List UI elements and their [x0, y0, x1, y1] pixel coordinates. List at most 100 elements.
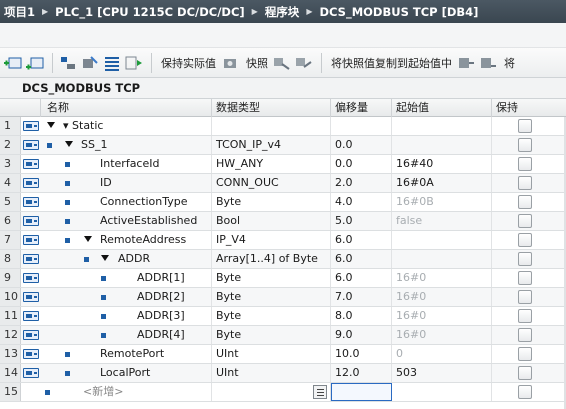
start-value-cell[interactable]: 16#0	[392, 307, 492, 325]
copy-snapshot-icon[interactable]	[272, 53, 292, 73]
name-cell[interactable]: ADDR[3]	[41, 307, 212, 325]
retain-cell[interactable]	[492, 155, 566, 173]
name-cell[interactable]: InterfaceId	[41, 155, 212, 173]
datatype-picker-button[interactable]	[313, 385, 327, 399]
datatype-cell[interactable]: Bool	[212, 212, 331, 230]
monitor-icon[interactable]	[124, 53, 144, 73]
start-value-cell[interactable]	[392, 136, 492, 154]
name-cell[interactable]: ADDR[1]	[41, 269, 212, 287]
retain-checkbox[interactable]	[518, 385, 532, 399]
copy-snapshot-alt-icon[interactable]	[294, 53, 314, 73]
retain-checkbox[interactable]	[518, 214, 532, 228]
datatype-cell[interactable]: CONN_OUC	[212, 174, 331, 192]
start-value-cell[interactable]	[392, 383, 492, 401]
retain-checkbox[interactable]	[518, 195, 532, 209]
table-row-add-new[interactable]: 15 <新增>	[0, 383, 566, 402]
start-value-cell[interactable]: 16#0A	[392, 174, 492, 192]
start-value-cell[interactable]: 16#0	[392, 288, 492, 306]
column-header-offset[interactable]: 偏移量	[331, 99, 392, 117]
breadcrumb-project[interactable]: 项目1	[4, 4, 35, 20]
table-row[interactable]: 11 ADDR[3] Byte 8.0 16#0	[0, 307, 566, 326]
retain-cell[interactable]	[492, 307, 566, 325]
add-row-icon[interactable]	[25, 53, 45, 73]
name-cell[interactable]: ActiveEstablished	[41, 212, 212, 230]
table-row[interactable]: 3 InterfaceId HW_ANY 0.0 16#40	[0, 155, 566, 174]
name-cell[interactable]: LocalPort	[41, 364, 212, 382]
column-header-retain[interactable]: 保持	[492, 99, 566, 117]
retain-cell[interactable]	[492, 250, 566, 268]
start-value-cell[interactable]: 503	[392, 364, 492, 382]
datatype-cell[interactable]: Byte	[212, 326, 331, 344]
datatype-cell[interactable]: Byte	[212, 288, 331, 306]
start-value-cell[interactable]: 16#0B	[392, 193, 492, 211]
start-value-cell[interactable]	[392, 117, 492, 135]
load-start-values-alt-icon[interactable]	[478, 53, 498, 73]
retain-checkbox[interactable]	[518, 366, 532, 380]
add-new-placeholder[interactable]: <新增>	[83, 383, 123, 401]
retain-cell[interactable]	[492, 136, 566, 154]
table-row[interactable]: 10 ADDR[2] Byte 7.0 16#0	[0, 288, 566, 307]
table-row[interactable]: 7 RemoteAddress IP_V4 6.0	[0, 231, 566, 250]
keep-actual-values-button[interactable]: 保持实际值	[161, 55, 216, 71]
retain-cell[interactable]	[492, 193, 566, 211]
retain-cell[interactable]	[492, 345, 566, 363]
datatype-cell[interactable]: HW_ANY	[212, 155, 331, 173]
retain-checkbox[interactable]	[518, 119, 532, 133]
retain-checkbox[interactable]	[518, 271, 532, 285]
datatype-cell[interactable]: Byte	[212, 269, 331, 287]
datatype-cell[interactable]: UInt	[212, 364, 331, 382]
datatype-cell[interactable]: Array[1..4] of Byte	[212, 250, 331, 268]
collapse-all-icon[interactable]	[80, 53, 100, 73]
datatype-cell[interactable]	[212, 383, 331, 401]
breadcrumb-plc[interactable]: PLC_1 [CPU 1215C DC/DC/DC]	[55, 5, 244, 19]
breadcrumb-program-blocks[interactable]: 程序块	[265, 4, 300, 20]
retain-checkbox[interactable]	[518, 347, 532, 361]
table-row[interactable]: 1 ▾ Static	[0, 117, 566, 136]
name-cell[interactable]: ADDR[4]	[41, 326, 212, 344]
retain-checkbox[interactable]	[518, 233, 532, 247]
snapshot-button[interactable]: 快照	[246, 55, 268, 71]
retain-checkbox[interactable]	[518, 252, 532, 266]
expand-all-icon[interactable]	[58, 53, 78, 73]
retain-cell[interactable]	[492, 269, 566, 287]
retain-checkbox[interactable]	[518, 328, 532, 342]
start-value-cell[interactable]: 16#0	[392, 269, 492, 287]
table-row[interactable]: 2 SS_1 TCON_IP_v4 0.0	[0, 136, 566, 155]
list-view-icon[interactable]	[102, 53, 122, 73]
load-start-values-icon[interactable]	[456, 53, 476, 73]
table-row[interactable]: 14 LocalPort UInt 12.0 503	[0, 364, 566, 383]
column-header-name[interactable]: 名称	[41, 99, 212, 117]
start-value-cell[interactable]: false	[392, 212, 492, 230]
table-row[interactable]: 13 RemotePort UInt 10.0 0	[0, 345, 566, 364]
start-value-cell[interactable]: 0	[392, 345, 492, 363]
retain-cell[interactable]	[492, 383, 566, 401]
datatype-cell[interactable]: IP_V4	[212, 231, 331, 249]
expand-triangle-icon[interactable]	[47, 122, 55, 128]
name-cell[interactable]: RemoteAddress	[41, 231, 212, 249]
offset-cell-selected[interactable]	[331, 383, 392, 401]
retain-checkbox[interactable]	[518, 290, 532, 304]
name-cell[interactable]: ▾ Static	[41, 117, 212, 135]
name-cell[interactable]: SS_1	[41, 136, 212, 154]
datatype-cell[interactable]: Byte	[212, 307, 331, 325]
start-value-cell[interactable]	[392, 231, 492, 249]
retain-checkbox[interactable]	[518, 157, 532, 171]
retain-checkbox[interactable]	[518, 309, 532, 323]
expand-triangle-icon[interactable]	[84, 236, 92, 242]
datatype-cell[interactable]: Byte	[212, 193, 331, 211]
expand-triangle-icon[interactable]	[65, 141, 73, 147]
retain-checkbox[interactable]	[518, 176, 532, 190]
table-row[interactable]: 6 ActiveEstablished Bool 5.0 false	[0, 212, 566, 231]
table-row[interactable]: 5 ConnectionType Byte 4.0 16#0B	[0, 193, 566, 212]
column-header-datatype[interactable]: 数据类型	[212, 99, 331, 117]
start-value-cell[interactable]: 16#0	[392, 326, 492, 344]
breadcrumb-db[interactable]: DCS_MODBUS TCP [DB4]	[319, 5, 478, 19]
name-cell[interactable]: RemotePort	[41, 345, 212, 363]
start-value-cell[interactable]: 16#40	[392, 155, 492, 173]
snapshot-camera-icon[interactable]	[220, 53, 240, 73]
retain-cell[interactable]	[492, 288, 566, 306]
table-row[interactable]: 9 ADDR[1] Byte 6.0 16#0	[0, 269, 566, 288]
datatype-cell[interactable]: UInt	[212, 345, 331, 363]
table-row[interactable]: 4 ID CONN_OUC 2.0 16#0A	[0, 174, 566, 193]
retain-checkbox[interactable]	[518, 138, 532, 152]
